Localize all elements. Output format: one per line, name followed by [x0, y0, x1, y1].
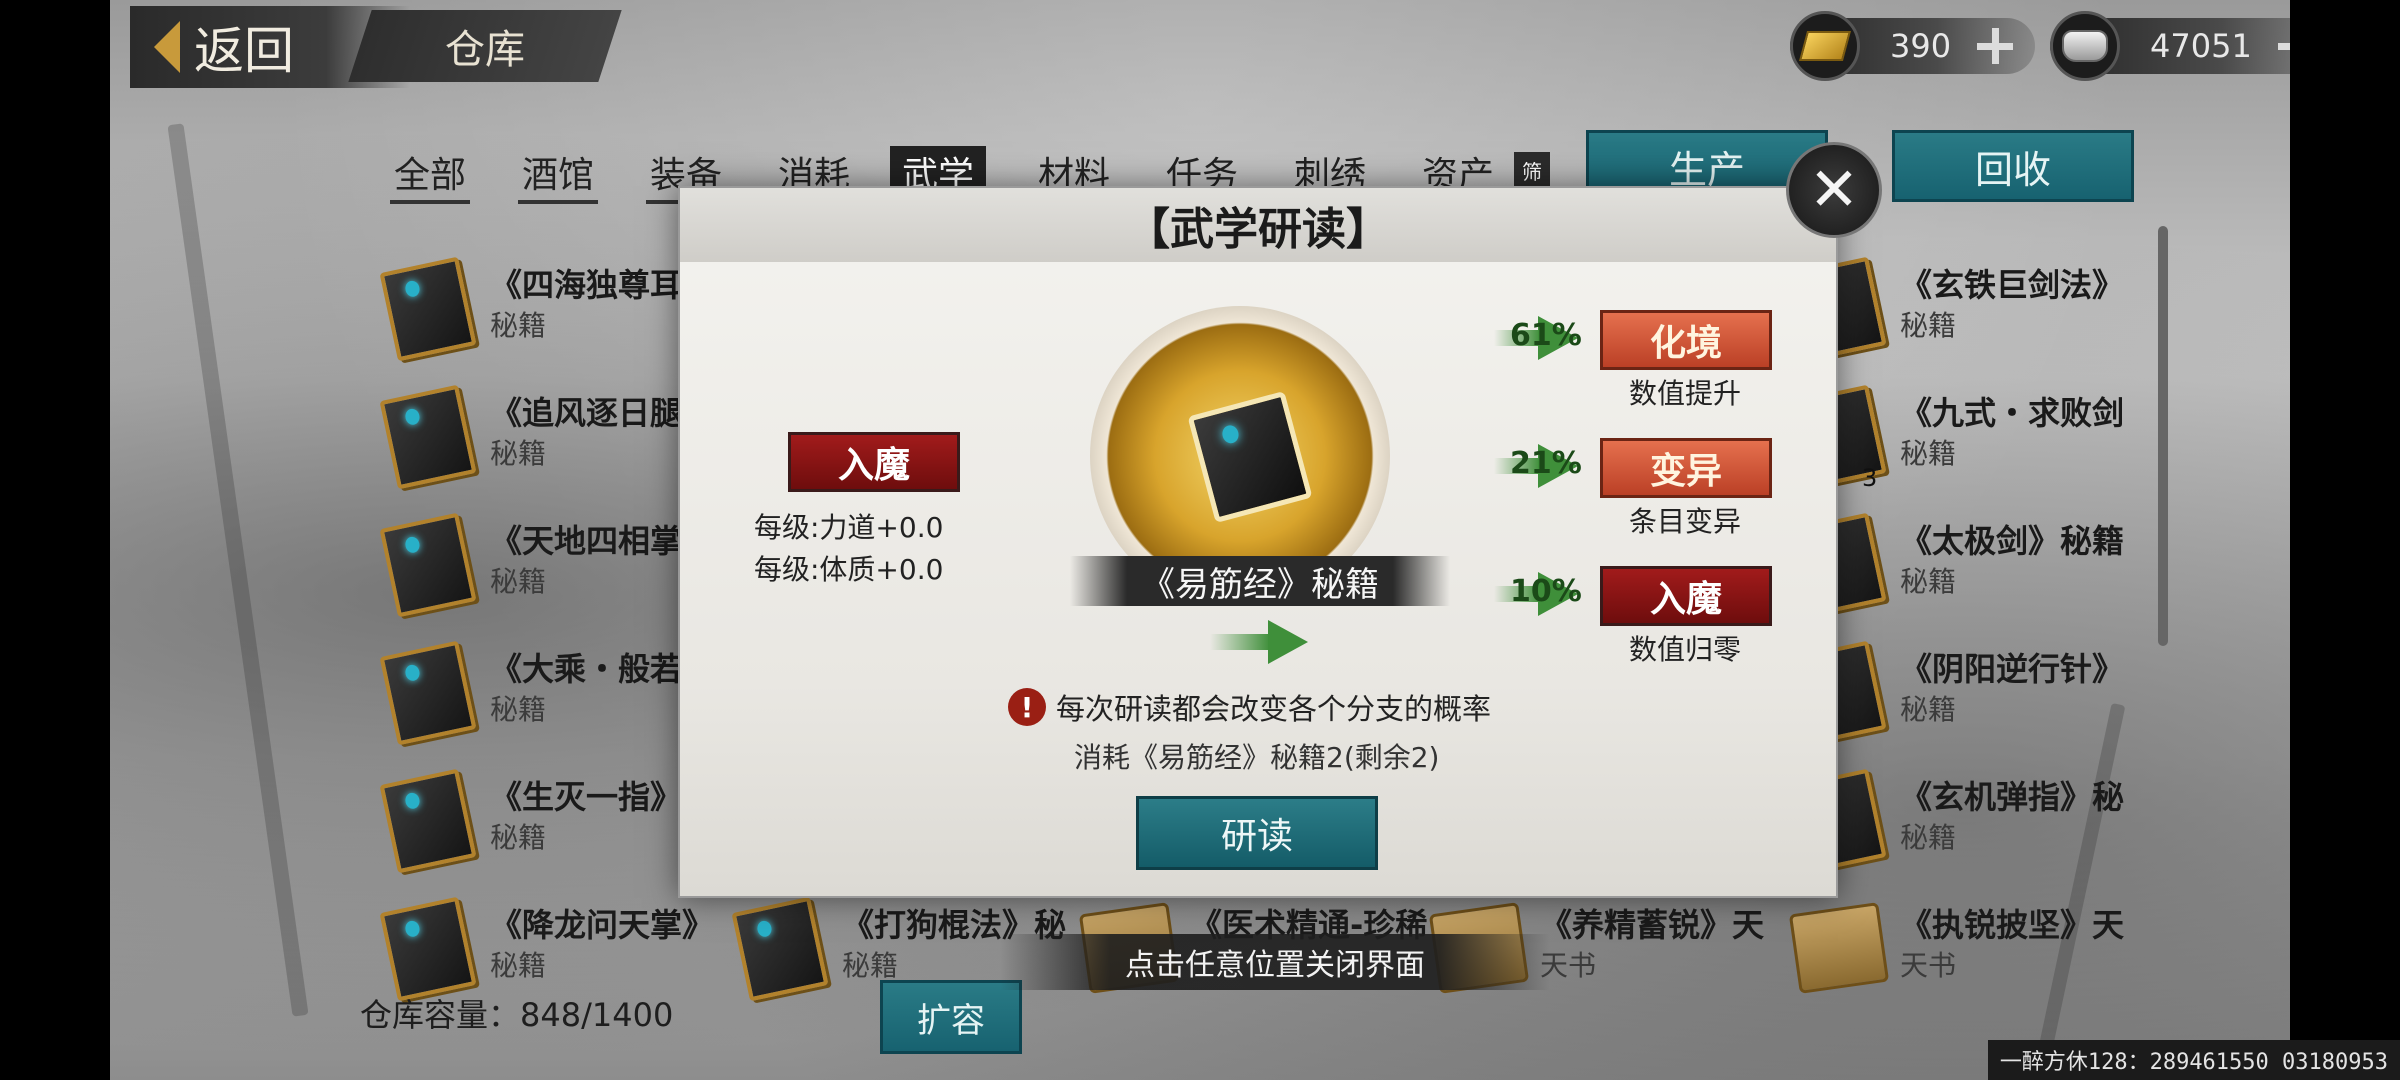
list-item[interactable]: 《追风逐日腿 秘籍: [370, 378, 682, 490]
outcome-desc: 条目变异: [1628, 505, 1741, 538]
cost-text: 消耗《易筋经》秘籍2(剩余2): [1074, 741, 1440, 774]
list-item[interactable]: 《天地四相掌 秘籍: [370, 506, 682, 618]
arrow-body: [1210, 634, 1270, 650]
book-icon: [370, 634, 480, 746]
arrow-right-icon: [1268, 620, 1308, 664]
list-item[interactable]: 《降龙问天掌》 秘籍: [370, 890, 714, 1002]
chevron-left-icon: [154, 21, 180, 73]
outcome-tag-mutate: 变异: [1600, 438, 1772, 498]
recycle-button[interactable]: 回收: [1892, 130, 2134, 202]
silver-amount: 47051: [2150, 27, 2252, 65]
book-icon: [370, 890, 480, 1002]
warning-text: 每次研读都会改变各个分支的概率: [1056, 692, 1492, 726]
outcome-desc: 数值归零: [1628, 633, 1741, 666]
exclamation-icon: !: [1008, 688, 1046, 726]
book-name: 《易筋经》秘籍: [1070, 556, 1450, 606]
expand-button[interactable]: 扩容: [880, 980, 1022, 1054]
book-icon: [722, 890, 832, 1002]
outcome-percent: 21%: [1510, 446, 1582, 481]
list-item[interactable]: 《生灭一指》 秘籍: [370, 762, 682, 874]
list-item[interactable]: 《执锐披坚》天 天书: [1780, 890, 2124, 1000]
add-gold-icon[interactable]: [1975, 26, 2015, 66]
item-count: 3: [1862, 464, 1878, 492]
outcome-tag-ascend: 化境: [1600, 310, 1772, 370]
book-icon: [370, 762, 480, 874]
scrollbar[interactable]: [2158, 226, 2168, 646]
gold-bar-icon: [1790, 11, 1860, 81]
gold-amount: 390: [1890, 27, 1952, 65]
outcome-desc: 数值提升: [1628, 377, 1741, 410]
tab-all[interactable]: 全部: [390, 146, 471, 204]
close-icon[interactable]: ✕: [1786, 142, 1882, 238]
tab-tavern[interactable]: 酒馆: [518, 146, 599, 204]
list-item[interactable]: 《大乘・般若 秘籍: [370, 634, 682, 746]
dialog-title: 【武学研读】: [680, 188, 1836, 262]
close-hint: 点击任意位置关闭界面: [1000, 934, 1550, 990]
outcome-percent: 10%: [1510, 574, 1582, 609]
outcome-percent: 61%: [1510, 318, 1582, 353]
silver-ingot-icon: [2050, 11, 2120, 81]
scroll-icon: [1780, 890, 1890, 1000]
current-state-tag: 入魔: [788, 432, 960, 492]
warning-row: ! 每次研读都会改变各个分支的概率: [1008, 686, 1491, 728]
add-silver-icon[interactable]: [2276, 26, 2290, 66]
outcome-tag-demonic: 入魔: [1600, 566, 1772, 626]
watermark: 一醉方休128：289461550 03180953: [1987, 1040, 2400, 1080]
book-icon: [370, 506, 480, 618]
bamboo-decoration: [167, 123, 309, 1017]
stat-line-constitution: 每级:体质+0.0: [754, 553, 944, 586]
book-icon: [370, 250, 480, 362]
silver-currency: 47051: [2050, 11, 2290, 81]
study-button[interactable]: 研读: [1136, 796, 1378, 870]
back-label: 返回: [194, 22, 294, 80]
stat-line-strength: 每级:力道+0.0: [754, 511, 944, 544]
capacity-label: 仓库容量：848/1400: [360, 996, 674, 1034]
filter-badge[interactable]: 筛: [1514, 152, 1550, 188]
book-icon: [370, 378, 480, 490]
list-item[interactable]: 《四海独尊耳 秘籍: [370, 250, 682, 362]
gold-currency: 390: [1790, 11, 2036, 81]
page-title: 仓库: [348, 10, 622, 82]
